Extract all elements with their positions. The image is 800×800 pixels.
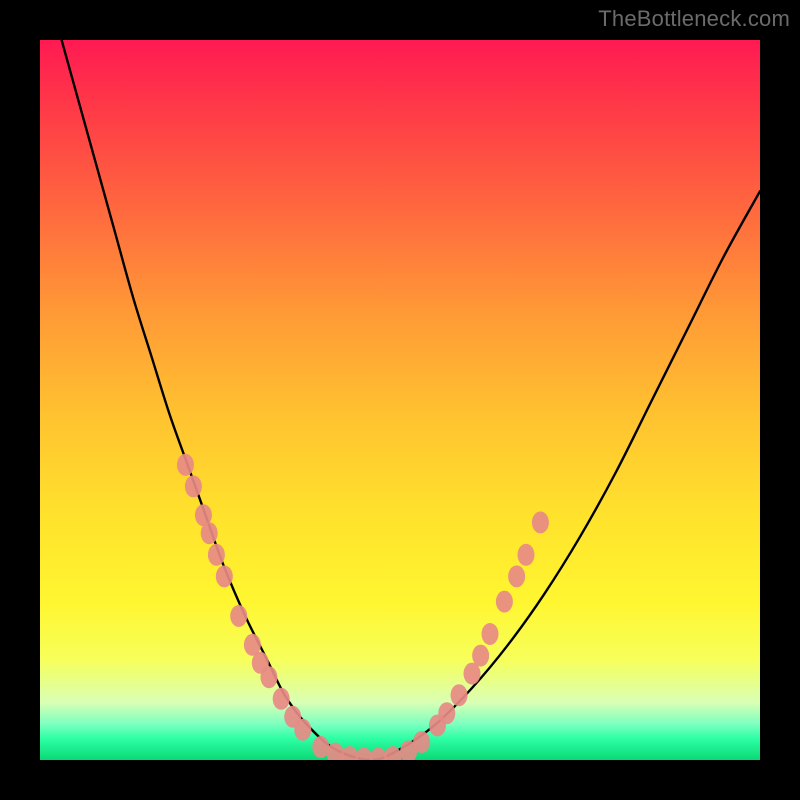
watermark-text: TheBottleneck.com bbox=[598, 6, 790, 32]
bottleneck-curve bbox=[62, 40, 760, 760]
highlight-dot bbox=[177, 454, 194, 476]
highlight-dot bbox=[413, 731, 430, 753]
highlight-dot bbox=[216, 565, 233, 587]
highlight-dot bbox=[384, 746, 401, 760]
highlight-dot bbox=[312, 736, 329, 758]
chart-svg bbox=[40, 40, 760, 760]
highlight-dot bbox=[508, 565, 525, 587]
plot-area bbox=[40, 40, 760, 760]
highlight-dot bbox=[472, 645, 489, 667]
highlight-dot bbox=[496, 591, 513, 613]
highlight-dot bbox=[230, 605, 247, 627]
highlight-dot bbox=[482, 623, 499, 645]
highlight-dot bbox=[532, 511, 549, 533]
highlight-dot bbox=[273, 688, 290, 710]
highlight-dot bbox=[451, 684, 468, 706]
chart-frame: TheBottleneck.com bbox=[0, 0, 800, 800]
highlight-dot bbox=[201, 522, 218, 544]
highlight-dot bbox=[438, 702, 455, 724]
highlight-dot bbox=[518, 544, 535, 566]
highlight-dot bbox=[260, 666, 277, 688]
highlight-dot bbox=[294, 719, 311, 741]
highlight-dots bbox=[177, 454, 549, 760]
highlight-dot bbox=[208, 544, 225, 566]
highlight-dot bbox=[185, 475, 202, 497]
